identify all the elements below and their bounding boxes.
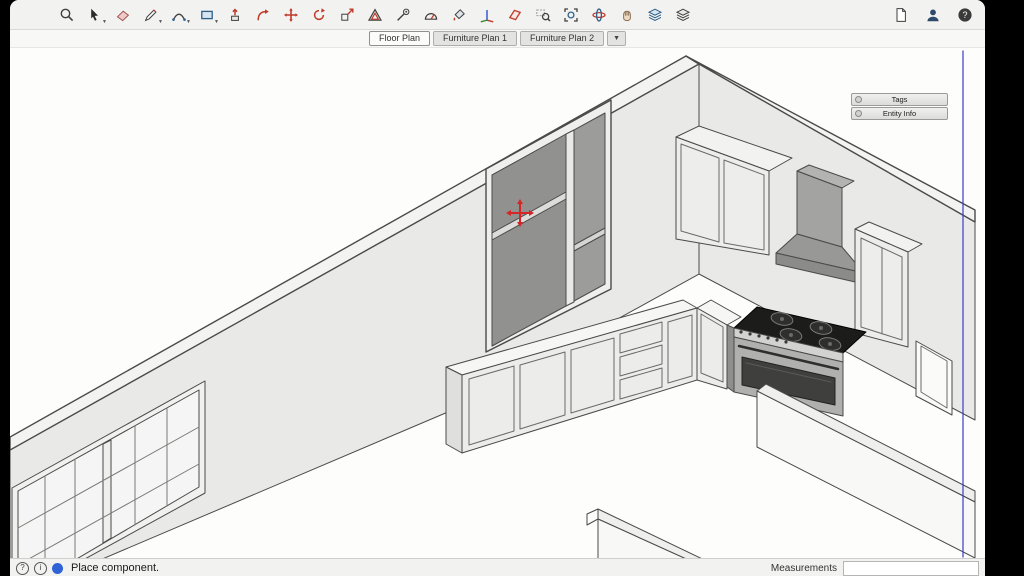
zoom-extents-tool-button[interactable] (558, 3, 583, 27)
arc-tool-button[interactable]: ▼ (166, 3, 191, 27)
shape-tool-button[interactable]: ▼ (194, 3, 219, 27)
main-toolbar: ▼ ▼ ▼ ▼ ? (10, 0, 985, 30)
zoom-extents-icon (563, 7, 578, 22)
line-tool-button[interactable]: ▼ (138, 3, 163, 27)
chevron-down-icon: ▼ (214, 18, 219, 25)
measurements-input[interactable] (843, 560, 979, 576)
tray-tags-label: Tags (891, 94, 908, 104)
zoom-tool-button[interactable] (54, 3, 79, 27)
tabs-overflow-button[interactable]: ▼ (607, 31, 627, 46)
model-viewport[interactable]: Tags Entity Info (10, 48, 985, 558)
offset-tool-button[interactable] (362, 3, 387, 27)
scene-tabs: Floor Plan Furniture Plan 1 Furniture Pl… (10, 30, 985, 48)
partition-walls[interactable] (586, 383, 976, 558)
axes-tool-button[interactable] (474, 3, 499, 27)
paint-bucket-tool-button[interactable] (446, 3, 471, 27)
scale-icon (340, 8, 353, 21)
eraser-tool-button[interactable] (110, 3, 135, 27)
zoom-window-tool-button[interactable] (530, 3, 555, 27)
document-icon (896, 8, 906, 22)
follow-me-tool-button[interactable] (250, 3, 275, 27)
status-bar: ? i Place component. Measurements (10, 558, 985, 576)
measurements-group: Measurements (770, 560, 979, 576)
layers-panel-button[interactable] (670, 3, 695, 27)
tray-entity-info-label: Entity Info (882, 108, 917, 118)
help-circle-icon: ? (957, 8, 972, 22)
section-plane-icon (508, 9, 521, 20)
tray-entity-info[interactable]: Entity Info (851, 107, 948, 120)
toolbar-right-group: ? (888, 0, 977, 30)
move-icon (283, 7, 298, 22)
tape-measure-icon (396, 8, 409, 21)
svg-text:?: ? (962, 10, 967, 20)
collapse-dot-icon (855, 96, 862, 103)
chevron-down-icon: ▼ (102, 18, 107, 25)
status-message: Place component. (71, 562, 160, 574)
panel-tray: Tags Entity Info (851, 93, 948, 121)
arc-icon (171, 13, 186, 21)
person-icon (926, 9, 939, 22)
select-arrow-icon (90, 8, 98, 21)
chevron-down-icon: ▼ (158, 18, 163, 25)
select-tool-button[interactable]: ▼ (82, 3, 107, 27)
pan-hand-icon (622, 10, 631, 21)
tape-measure-tool-button[interactable] (390, 3, 415, 27)
tray-tags[interactable]: Tags (851, 93, 948, 106)
measurements-label: Measurements (770, 562, 837, 574)
new-file-button[interactable] (888, 3, 913, 27)
component-status-icon (52, 562, 63, 574)
layers-icon (675, 8, 690, 21)
axes-icon (480, 9, 493, 22)
rotate-icon (313, 7, 325, 20)
help-button[interactable]: ? (952, 3, 977, 27)
tab-furniture-plan-2[interactable]: Furniture Plan 2 (520, 31, 605, 46)
zoom-window-icon (535, 9, 551, 22)
scale-tool-button[interactable] (334, 3, 359, 27)
pencil-icon (144, 8, 157, 21)
paint-bucket-icon (453, 8, 465, 20)
protractor-tool-button[interactable] (418, 3, 443, 27)
zoom-icon (60, 8, 73, 21)
account-button[interactable] (920, 3, 945, 27)
push-pull-icon (230, 8, 239, 21)
orbit-icon (591, 7, 606, 22)
styles-layers-icon (647, 8, 662, 21)
styles-panel-button[interactable] (642, 3, 667, 27)
eraser-icon (116, 10, 129, 21)
rotate-tool-button[interactable] (306, 3, 331, 27)
orbit-tool-button[interactable] (586, 3, 611, 27)
info-circle-icon[interactable]: i (34, 561, 47, 575)
model-scene[interactable] (10, 48, 985, 558)
protractor-icon (424, 12, 437, 20)
help-circle-icon[interactable]: ? (16, 561, 29, 575)
section-plane-tool-button[interactable] (502, 3, 527, 27)
offset-icon (367, 7, 382, 21)
follow-me-icon (256, 8, 269, 20)
push-pull-tool-button[interactable] (222, 3, 247, 27)
collapse-dot-icon (855, 110, 862, 117)
tab-floor-plan[interactable]: Floor Plan (368, 31, 430, 46)
pan-tool-button[interactable] (614, 3, 639, 27)
chevron-down-icon: ▼ (186, 18, 191, 25)
sketchup-window: ▼ ▼ ▼ ▼ ? Floor Plan Furniture Plan 1 Fu… (10, 0, 985, 576)
move-tool-button[interactable] (278, 3, 303, 27)
tab-furniture-plan-1[interactable]: Furniture Plan 1 (433, 31, 518, 46)
rectangle-icon (200, 10, 213, 19)
